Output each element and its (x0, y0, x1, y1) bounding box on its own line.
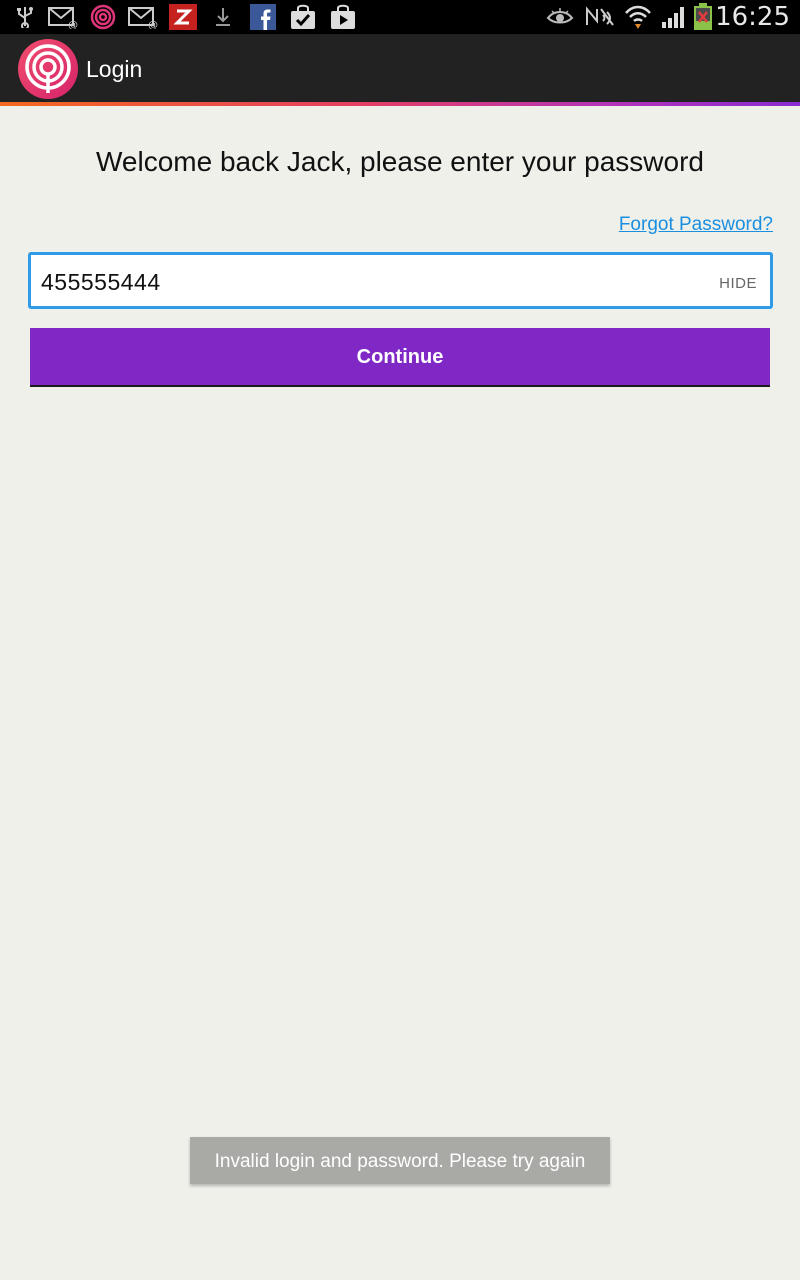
battery-charging-icon (692, 3, 714, 30)
zedge-icon (169, 4, 197, 30)
welcome-heading: Welcome back Jack, please enter your pas… (96, 146, 704, 177)
play-store-icon (329, 4, 357, 30)
error-toast: Invalid login and password. Please try a… (190, 1137, 610, 1184)
facebook-icon (250, 4, 276, 30)
password-field[interactable]: 455555444 HIDE (28, 252, 773, 309)
forgot-password-link[interactable]: Forgot Password? (619, 214, 773, 236)
shopping-bag-icon (289, 4, 317, 30)
password-input-value[interactable]: 455555444 (41, 255, 161, 306)
cell-signal-icon (660, 4, 688, 30)
svg-text:@: @ (148, 20, 158, 29)
life360-logo-icon[interactable] (17, 38, 79, 100)
usb-icon (14, 4, 36, 30)
status-bar: @ @ 16:25 (0, 0, 800, 34)
download-icon (212, 4, 234, 30)
svg-text:@: @ (68, 20, 78, 29)
action-bar: Login (0, 34, 800, 102)
email-icon: @ (128, 4, 158, 30)
clock: 16:25 (715, 2, 790, 32)
email-icon: @ (48, 4, 78, 30)
page-title: Login (86, 56, 143, 82)
continue-button[interactable]: Continue (30, 328, 770, 387)
hide-password-toggle[interactable]: HIDE (719, 255, 757, 306)
no-signal-nfc-icon (584, 4, 616, 30)
smart-stay-eye-icon (546, 4, 574, 30)
life360-icon (89, 4, 117, 30)
brand-gradient-divider (0, 102, 800, 106)
wifi-icon (624, 4, 652, 30)
